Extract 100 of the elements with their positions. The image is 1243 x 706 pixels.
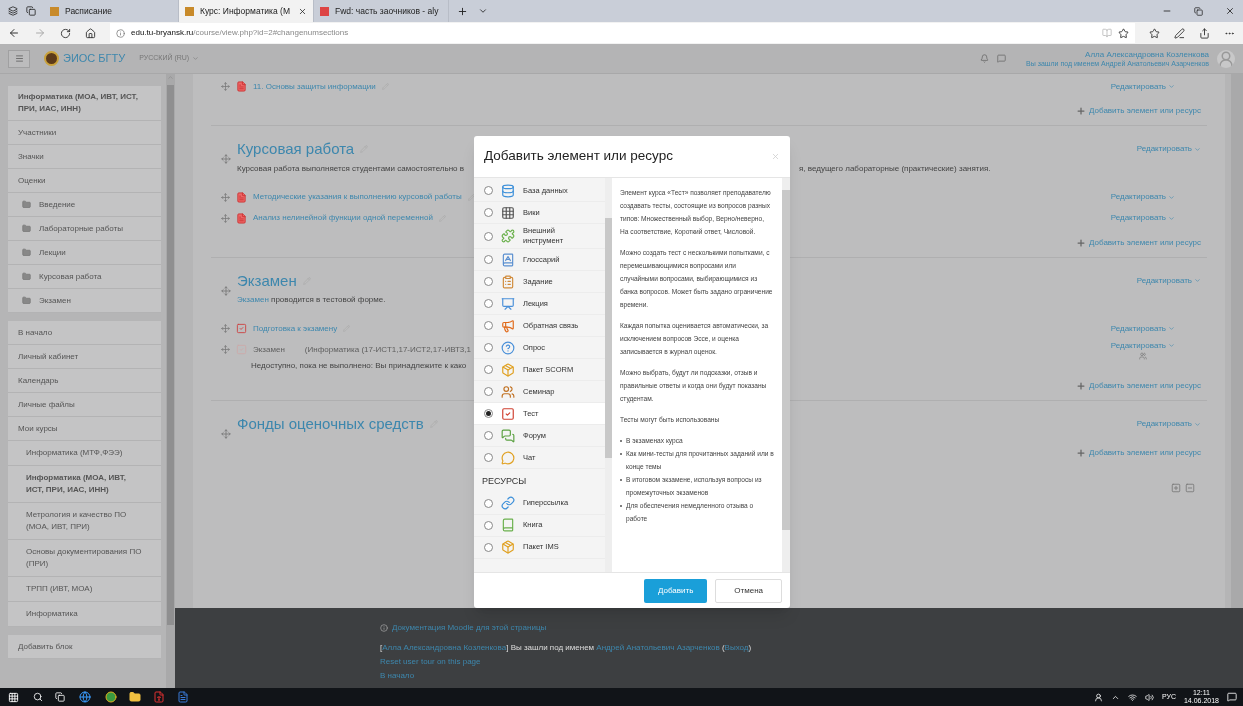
- sidebar-item[interactable]: В начало: [8, 321, 161, 345]
- search-icon[interactable]: [33, 692, 43, 702]
- caret-icon[interactable]: [1168, 193, 1175, 201]
- scrollbar[interactable]: [782, 178, 790, 572]
- radio-button[interactable]: [484, 343, 493, 352]
- start-icon[interactable]: [8, 691, 19, 703]
- radio-button[interactable]: [484, 498, 493, 508]
- expand-all-icon[interactable]: [1171, 483, 1181, 493]
- radio-button[interactable]: [484, 277, 493, 286]
- drag-handle-icon[interactable]: [221, 285, 231, 296]
- radio-button[interactable]: [484, 231, 493, 241]
- add-button[interactable]: Добавить: [643, 578, 708, 603]
- plus-icon[interactable]: [1076, 237, 1087, 248]
- course-link[interactable]: Основы документирования ПО (ПРИ): [8, 540, 161, 577]
- cancel-button[interactable]: Отмена: [715, 578, 782, 603]
- course-link[interactable]: Информатика (МОА, ИВТ, ИСТ, ПРИ, ИАС, ИНН): [8, 466, 161, 503]
- radio-button[interactable]: [484, 409, 493, 418]
- radio-button[interactable]: [484, 321, 493, 330]
- plus-icon[interactable]: [1076, 381, 1087, 391]
- plus-icon[interactable]: [1076, 106, 1087, 116]
- sidebar-item[interactable]: Курсовая работа: [8, 265, 161, 289]
- drag-handle-icon[interactable]: [221, 192, 230, 202]
- sidebar-item[interactable]: Введение: [8, 193, 161, 217]
- course-link[interactable]: ТРПП (ИВТ, МОА): [8, 577, 161, 602]
- volume-icon[interactable]: [1144, 692, 1154, 702]
- sidebar-item[interactable]: Лабораторные работы: [8, 217, 161, 241]
- pen-icon[interactable]: [1174, 27, 1185, 39]
- caret-icon[interactable]: [1194, 277, 1201, 285]
- sidebar-item[interactable]: Оценки: [8, 169, 161, 193]
- drag-handle-icon[interactable]: [221, 429, 231, 439]
- chevron-down-icon[interactable]: [478, 6, 488, 16]
- share-icon[interactable]: [1199, 27, 1210, 39]
- radio-button[interactable]: [484, 520, 493, 530]
- address-bar[interactable]: edu.tu-bryansk.ru/course/view.php?id=2#changenumsections: [110, 23, 1135, 43]
- sidebar-item[interactable]: Участники: [8, 121, 161, 145]
- drag-handle-icon[interactable]: [221, 82, 230, 91]
- sidebar-item[interactable]: Добавить блок: [8, 635, 161, 659]
- task-view-icon[interactable]: [55, 692, 65, 702]
- caret-icon[interactable]: [1194, 420, 1201, 428]
- caret-icon[interactable]: [1168, 342, 1175, 349]
- radio-button[interactable]: [484, 365, 493, 374]
- radio-button[interactable]: [484, 255, 493, 264]
- browser-icon[interactable]: [105, 691, 117, 703]
- refresh-icon[interactable]: [60, 27, 71, 39]
- browser-tab[interactable]: Курс: Информатика (М: [179, 0, 314, 22]
- radio-button[interactable]: [484, 186, 493, 195]
- notification-icon[interactable]: [1227, 692, 1237, 702]
- scrollbar[interactable]: [1231, 74, 1243, 608]
- home-icon[interactable]: [85, 27, 96, 39]
- sidebar-item[interactable]: Личные файлы: [8, 393, 161, 417]
- drag-handle-icon[interactable]: [221, 154, 231, 164]
- caret-icon[interactable]: [192, 55, 200, 62]
- radio-button[interactable]: [484, 431, 493, 440]
- reset-tour-link[interactable]: Reset user tour on this page: [380, 656, 1243, 668]
- footer-link[interactable]: Андрей Анатольевич Азарченков: [596, 643, 720, 652]
- browser-icon[interactable]: [79, 691, 91, 703]
- home-link[interactable]: В начало: [380, 670, 1243, 682]
- tab-list-icon[interactable]: [8, 6, 18, 16]
- sidebar-item[interactable]: Значки: [8, 145, 161, 169]
- course-link[interactable]: Метрология и качество ПО (МОА, ИВТ, ПРИ): [8, 503, 161, 540]
- people-icon[interactable]: [1093, 692, 1103, 702]
- caret-icon[interactable]: [1194, 145, 1201, 153]
- course-heading[interactable]: Информатика (МОА, ИВТ, ИСТ, ПРИ, ИАС, ИНН): [8, 86, 161, 121]
- radio-button[interactable]: [484, 542, 493, 552]
- avatar-icon[interactable]: [1217, 49, 1235, 68]
- close-icon[interactable]: [1225, 6, 1235, 16]
- radio-button[interactable]: [484, 387, 493, 396]
- menu-button[interactable]: [8, 49, 30, 68]
- drag-handle-icon[interactable]: [221, 345, 230, 354]
- scrollbar[interactable]: [605, 178, 612, 572]
- network-icon[interactable]: [1127, 692, 1137, 702]
- menu-icon[interactable]: [14, 54, 24, 63]
- caret-icon[interactable]: [1168, 83, 1175, 90]
- folder-icon[interactable]: [129, 691, 141, 703]
- restore-icon[interactable]: [1194, 6, 1203, 16]
- close-icon[interactable]: [298, 6, 307, 16]
- caret-icon[interactable]: [1168, 325, 1175, 332]
- tabs-aside-icon[interactable]: [26, 6, 36, 16]
- radio-button[interactable]: [484, 299, 493, 308]
- scroll-up-icon[interactable]: [167, 74, 174, 81]
- course-link[interactable]: Информатика: [8, 602, 161, 627]
- scrollbar[interactable]: [166, 74, 175, 688]
- docs-link[interactable]: Документация Moodle для этой страницы: [380, 622, 1243, 634]
- messages-icon[interactable]: [997, 54, 1007, 63]
- sidebar-item[interactable]: Мои курсы: [8, 417, 161, 441]
- sidebar-item[interactable]: Лекции: [8, 241, 161, 265]
- new-tab-icon[interactable]: [457, 5, 468, 17]
- pencil-icon[interactable]: [467, 193, 475, 201]
- favorites-icon[interactable]: [1149, 27, 1160, 39]
- sidebar-item[interactable]: Личный кабинет: [8, 345, 161, 369]
- document-icon[interactable]: [177, 691, 189, 703]
- sidebar-item[interactable]: Экзамен: [8, 289, 161, 313]
- groups-icon[interactable]: [1138, 351, 1147, 360]
- radio-button[interactable]: [484, 453, 493, 462]
- radio-button[interactable]: [484, 208, 493, 217]
- collapse-all-icon[interactable]: [1185, 483, 1195, 493]
- sidebar-item[interactable]: Календарь: [8, 369, 161, 393]
- pdf-icon[interactable]: [153, 691, 165, 703]
- drag-handle-icon[interactable]: [221, 213, 230, 223]
- course-link[interactable]: Информатика (МТФ,ФЭЭ): [8, 441, 161, 466]
